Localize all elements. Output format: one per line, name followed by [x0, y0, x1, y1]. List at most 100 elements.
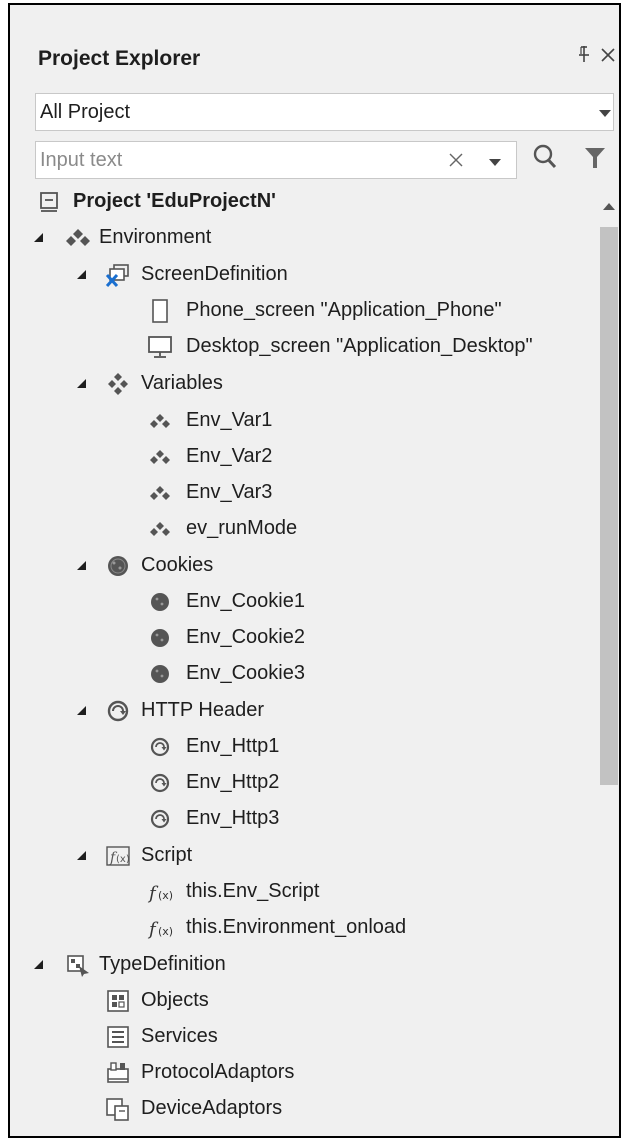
cookie-icon — [151, 629, 169, 647]
filter-icon — [585, 148, 605, 168]
expand-arrow-icon[interactable] — [77, 706, 86, 715]
search-button[interactable] — [532, 143, 558, 173]
search-input[interactable] — [40, 147, 440, 173]
expand-arrow-icon[interactable] — [77, 379, 86, 388]
tree-item-env-var1[interactable]: Env_Var1 — [10, 405, 595, 439]
tree-item-screendefinition[interactable]: ScreenDefinition — [10, 259, 595, 293]
tree-item-label: Project 'EduProjectN' — [73, 190, 276, 212]
close-button[interactable] — [600, 41, 616, 67]
expand-arrow-icon[interactable] — [34, 233, 43, 242]
tree-item-label: ScreenDefinition — [141, 263, 288, 285]
tree-item-script[interactable]: f (x) Script — [10, 840, 595, 874]
tree-item-cookies[interactable]: Cookies — [10, 550, 595, 584]
phone-icon — [152, 299, 168, 323]
tree-item-env-cookie3[interactable]: Env_Cookie3 — [10, 658, 595, 692]
tree-item-label: HTTP Header — [141, 699, 265, 721]
tree-item-label: Env_Http3 — [186, 807, 280, 829]
scope-dropdown[interactable]: All Project — [35, 93, 614, 131]
cookie-icon — [108, 556, 128, 576]
pin-button[interactable] — [577, 45, 591, 69]
tree-item-env-var3[interactable]: Env_Var3 — [10, 477, 595, 511]
svg-text:(x): (x) — [158, 889, 173, 902]
project-icon — [40, 192, 58, 212]
tree-item-label: this.Environment_onload — [186, 916, 407, 938]
tree-item-services[interactable]: Services — [10, 1021, 595, 1055]
tree-item-label: Env_Http2 — [186, 771, 280, 793]
tree-item-ev-runmode[interactable]: ev_runMode — [10, 513, 595, 547]
tree-item-env-http3[interactable]: Env_Http3 — [10, 803, 595, 837]
tree-item-label: Env_Cookie2 — [186, 626, 305, 648]
tree-item-label: Env_Var3 — [186, 481, 273, 503]
variable-icon — [150, 486, 170, 500]
tree-item-label: Variables — [141, 372, 223, 394]
objects-icon — [107, 990, 129, 1012]
tree-item-protocoladaptors[interactable]: ProtocolAdaptors — [10, 1057, 595, 1091]
expand-arrow-icon[interactable] — [77, 851, 86, 860]
tree-item-label: Env_Cookie3 — [186, 662, 305, 684]
tree-item-env-cookie2[interactable]: Env_Cookie2 — [10, 622, 595, 656]
project-tree: Project 'EduProjectN' Environment Screen… — [10, 185, 595, 1136]
cookie-icon — [151, 665, 169, 683]
services-icon — [107, 1026, 129, 1048]
clear-search-button[interactable] — [448, 146, 464, 174]
chevron-down-icon — [599, 110, 611, 117]
project-explorer-panel: Project Explorer All Project Input text … — [8, 3, 621, 1138]
search-field[interactable] — [35, 141, 517, 179]
tree-item-label: Environment — [99, 226, 212, 248]
close-icon — [601, 48, 615, 62]
scope-selected-value: All Project — [40, 101, 131, 123]
tree-item-label: Env_Cookie1 — [186, 590, 305, 612]
variable-icon — [150, 450, 170, 464]
tree-item-label: TypeDefinition — [99, 953, 226, 975]
tree-item-env-http1[interactable]: Env_Http1 — [10, 731, 595, 765]
scroll-thumb[interactable] — [600, 227, 618, 785]
panel-title: Project Explorer — [38, 47, 201, 70]
tree-item-env-http2[interactable]: Env_Http2 — [10, 767, 595, 801]
tree-item-label: ProtocolAdaptors — [141, 1061, 295, 1083]
tree-item-environment[interactable]: Environment — [10, 222, 595, 256]
vertical-scrollbar[interactable] — [596, 185, 619, 1136]
tree-item-objects[interactable]: Objects — [10, 985, 595, 1019]
svg-text:(x): (x) — [116, 854, 130, 865]
tree-item-deviceadaptors[interactable]: DeviceAdaptors — [10, 1093, 595, 1127]
device-adaptor-icon — [106, 1098, 129, 1121]
variables-icon — [108, 373, 128, 395]
tree-item-env-script[interactable]: f (x) this.Env_Script — [10, 876, 595, 910]
expand-arrow-icon[interactable] — [34, 960, 43, 969]
screen-definition-icon — [105, 264, 129, 287]
http-icon — [107, 700, 129, 722]
tree-item-desktop-screen[interactable]: Desktop_screen "Application_Desktop" — [10, 331, 595, 365]
variables-icon — [66, 229, 90, 246]
tree-item-label: Desktop_screen "Application_Desktop" — [186, 335, 533, 357]
tree-item-phone-screen[interactable]: Phone_screen "Application_Phone" — [10, 295, 595, 329]
cookie-icon — [151, 593, 169, 611]
http-icon — [150, 809, 170, 829]
tree-item-environment-onload[interactable]: f (x) this.Environment_onload — [10, 912, 595, 946]
function-icon: f (x) — [147, 883, 173, 904]
protocol-adaptor-icon — [107, 1062, 129, 1083]
tree-item-project[interactable]: Project 'EduProjectN' — [10, 186, 595, 220]
tree-item-label: Env_Var1 — [186, 409, 273, 431]
tree-item-variables[interactable]: Variables — [10, 368, 595, 402]
variable-icon — [150, 522, 170, 536]
http-icon — [150, 773, 170, 793]
expand-arrow-icon[interactable] — [77, 561, 86, 570]
http-icon — [150, 737, 170, 757]
search-history-dropdown[interactable] — [489, 159, 501, 166]
function-icon: f (x) — [147, 919, 173, 940]
tree-item-http-header[interactable]: HTTP Header — [10, 695, 595, 729]
scroll-up-arrow-icon[interactable] — [603, 203, 615, 210]
tree-item-label: DeviceAdaptors — [141, 1097, 283, 1119]
script-icon: f (x) — [106, 846, 130, 866]
tree-item-label: Env_Var2 — [186, 445, 273, 467]
variable-icon — [150, 414, 170, 428]
tree-item-env-cookie1[interactable]: Env_Cookie1 — [10, 586, 595, 620]
tree-item-label: Objects — [141, 989, 209, 1011]
tree-item-label: Services — [141, 1025, 218, 1047]
expand-arrow-icon[interactable] — [77, 270, 86, 279]
search-icon — [533, 144, 557, 169]
filter-button[interactable] — [584, 146, 608, 172]
type-definition-icon — [67, 955, 89, 977]
tree-item-env-var2[interactable]: Env_Var2 — [10, 441, 595, 475]
tree-item-typedefinition[interactable]: TypeDefinition — [10, 949, 595, 983]
